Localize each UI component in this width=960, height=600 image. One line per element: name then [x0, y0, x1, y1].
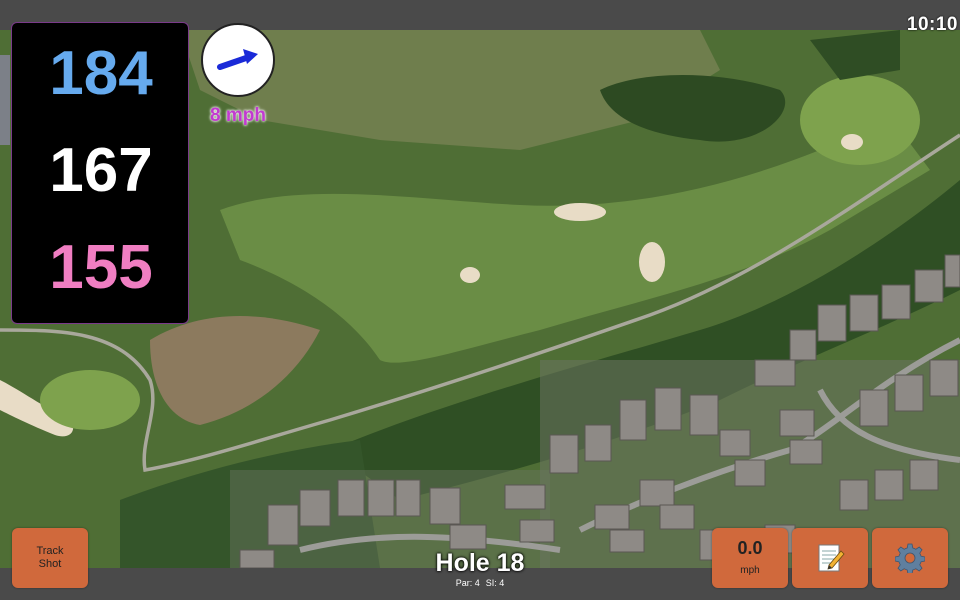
shot-speed-unit: mph: [740, 565, 760, 576]
wind-direction-dial: [201, 23, 275, 97]
hole-par: Par: 4: [455, 578, 480, 588]
gear-icon: [895, 543, 925, 573]
hole-title: Hole 18: [435, 549, 525, 577]
track-shot-button[interactable]: Track Shot: [12, 528, 88, 588]
golf-gps-app: 10:10 184 167 155 8 mph Track Shot Hole …: [0, 0, 960, 600]
status-time: 10:10: [906, 14, 958, 35]
front-distance: 155: [49, 233, 153, 302]
arrow-icon: [217, 49, 258, 70]
distance-panel: 184 167 155: [11, 22, 189, 324]
back-distance: 184: [49, 39, 153, 108]
wind-speed: 8 mph: [210, 105, 266, 126]
track-shot-label-line1: Track: [36, 545, 64, 557]
scorecard-button[interactable]: [792, 528, 868, 588]
shot-speed-value: 0.0: [737, 538, 763, 558]
settings-button[interactable]: [872, 528, 948, 588]
hole-stroke-index: SI: 4: [485, 578, 505, 588]
shot-speed-button[interactable]: 0.0 mph: [712, 528, 788, 588]
hole-meta: Par: 4 SI: 4: [380, 578, 580, 588]
center-distance: 167: [49, 136, 153, 205]
track-shot-label: Track Shot: [12, 545, 88, 571]
notepad-icon: [818, 544, 845, 572]
track-shot-label-line2: Shot: [38, 558, 62, 570]
